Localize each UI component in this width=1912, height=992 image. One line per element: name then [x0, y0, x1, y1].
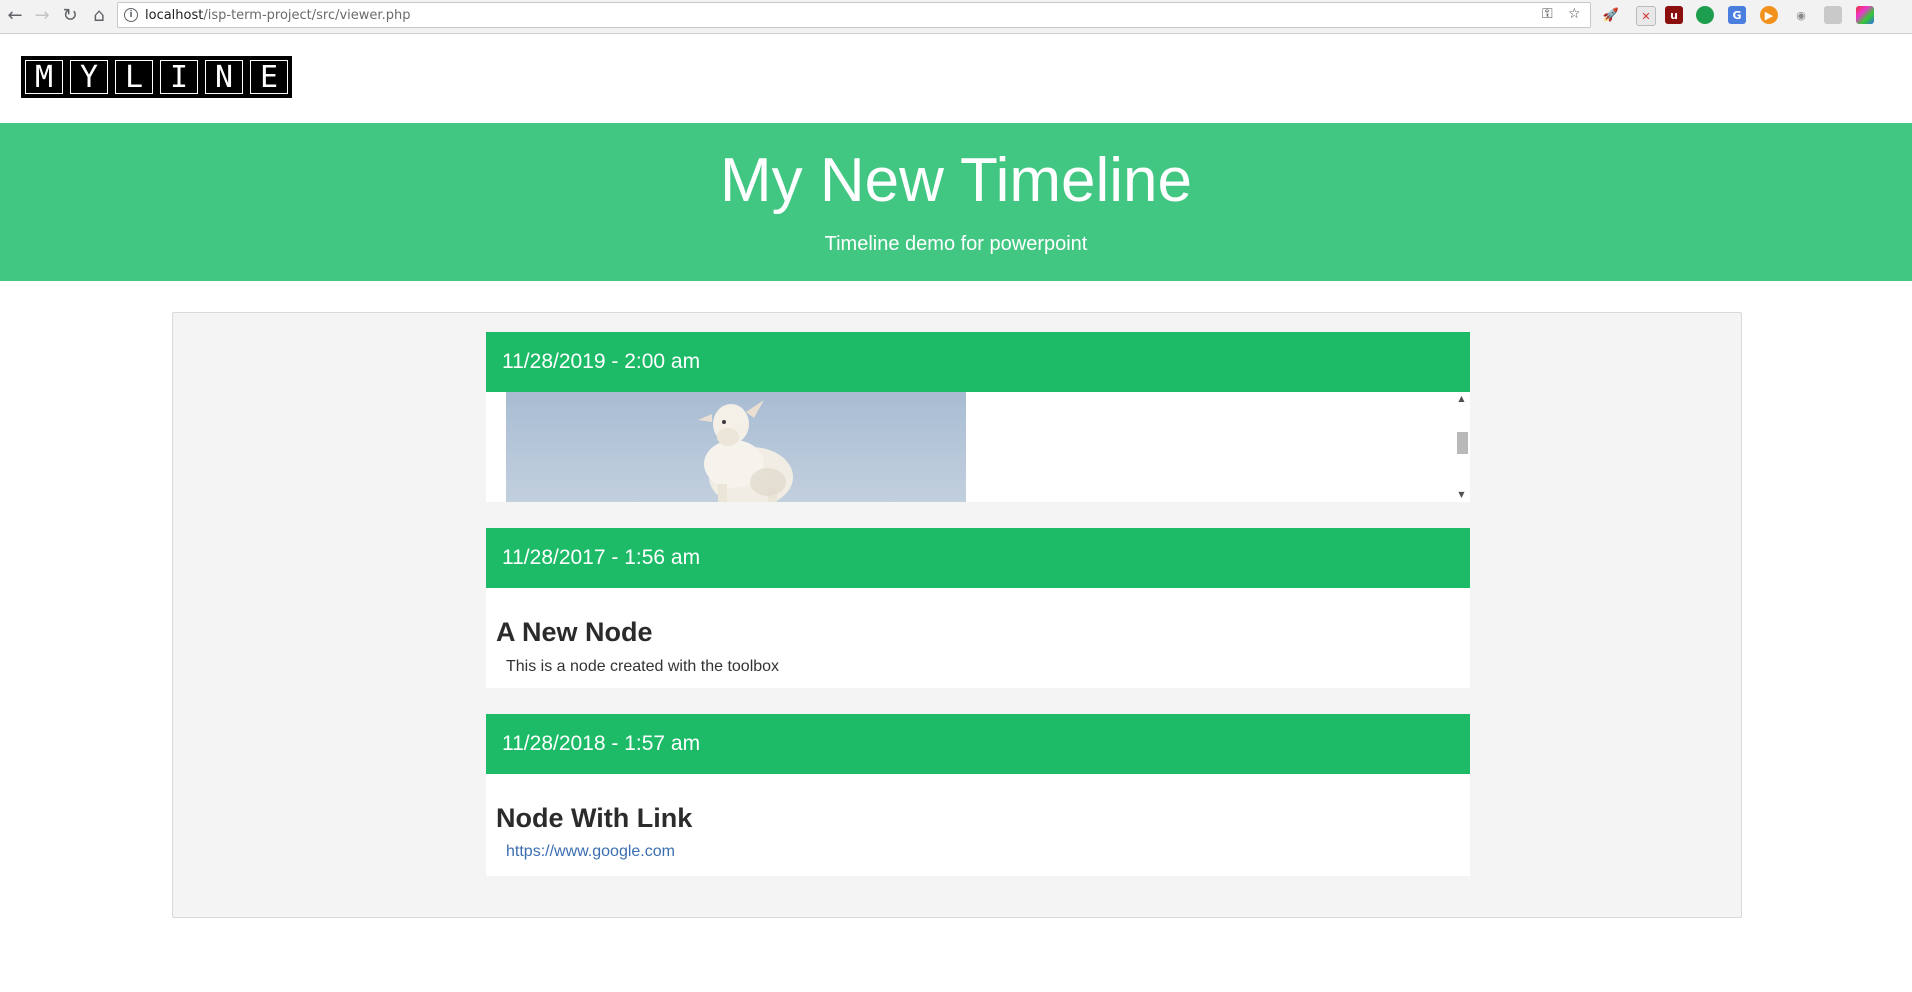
color-picker-icon[interactable]	[1856, 6, 1874, 24]
timeline-node: 11/28/2018 - 1:57 am Node With Link http…	[486, 714, 1470, 876]
logo-letter: N	[201, 56, 247, 98]
forward-icon[interactable]: →	[29, 3, 55, 29]
logo-letter: M	[21, 56, 67, 98]
address-bar[interactable]: i localhost/isp-term-project/src/viewer.…	[117, 2, 1591, 28]
evernote-icon[interactable]	[1696, 6, 1714, 24]
reddit-icon[interactable]: ◉	[1792, 6, 1810, 24]
lamb-photo	[506, 392, 966, 502]
extension-icon[interactable]: ✕	[1636, 6, 1656, 26]
logo-letter: Y	[66, 56, 112, 98]
vertical-scrollbar[interactable]: ▲ ▼	[1453, 392, 1470, 502]
page-title: My New Timeline	[720, 146, 1192, 215]
reload-icon[interactable]: ↻	[57, 3, 83, 29]
url-path: /isp-term-project/src/viewer.php	[203, 8, 411, 23]
node-title: Node With Link	[496, 803, 693, 833]
translate-icon[interactable]: G	[1728, 6, 1746, 24]
cast-icon[interactable]	[1824, 6, 1842, 24]
node-title: A New Node	[496, 617, 653, 647]
browser-toolbar: ← → ↻ ⌂ i localhost/isp-term-project/src…	[0, 0, 1912, 34]
site-info-icon[interactable]: i	[124, 8, 138, 22]
scroll-down-icon[interactable]: ▼	[1453, 490, 1470, 500]
scroll-thumb[interactable]	[1457, 432, 1468, 454]
mylines-logo[interactable]: M Y L I N E	[21, 56, 292, 98]
node-body: This is a node created with the toolbox	[506, 658, 780, 675]
timeline-header: My New Timeline Timeline demo for powerp…	[0, 123, 1912, 281]
play-icon[interactable]: ▶	[1760, 6, 1778, 24]
node-date: 11/28/2019 - 2:00 am	[486, 332, 1470, 392]
timeline-node: 11/28/2017 - 1:56 am A New Node This is …	[486, 528, 1470, 688]
back-icon[interactable]: ←	[2, 3, 28, 29]
node-date: 11/28/2017 - 1:56 am	[486, 528, 1470, 588]
node-image-frame[interactable]: ▲ ▼	[486, 392, 1470, 502]
rocket-icon[interactable]: 🚀	[1602, 6, 1620, 24]
node-date: 11/28/2018 - 1:57 am	[486, 714, 1470, 774]
key-icon[interactable]: ⚿	[1542, 6, 1553, 22]
scroll-up-icon[interactable]: ▲	[1453, 394, 1470, 404]
star-icon[interactable]: ☆	[1568, 6, 1581, 22]
node-link[interactable]: https://www.google.com	[486, 834, 675, 861]
logo-letter: L	[111, 56, 157, 98]
timeline-panel: 11/28/2019 - 2:00 am ▲ ▼ 11/28/2017 - 1:…	[172, 312, 1742, 918]
page-subtitle: Timeline demo for powerpoint	[824, 233, 1088, 255]
logo-letter: I	[156, 56, 202, 98]
logo-letter: E	[246, 56, 292, 98]
timeline-node: 11/28/2019 - 2:00 am ▲ ▼	[486, 332, 1470, 502]
ublock-icon[interactable]: u	[1665, 6, 1683, 24]
home-icon[interactable]: ⌂	[86, 3, 112, 29]
url-text[interactable]: localhost/isp-term-project/src/viewer.ph…	[145, 8, 410, 23]
url-host: localhost	[145, 8, 204, 23]
